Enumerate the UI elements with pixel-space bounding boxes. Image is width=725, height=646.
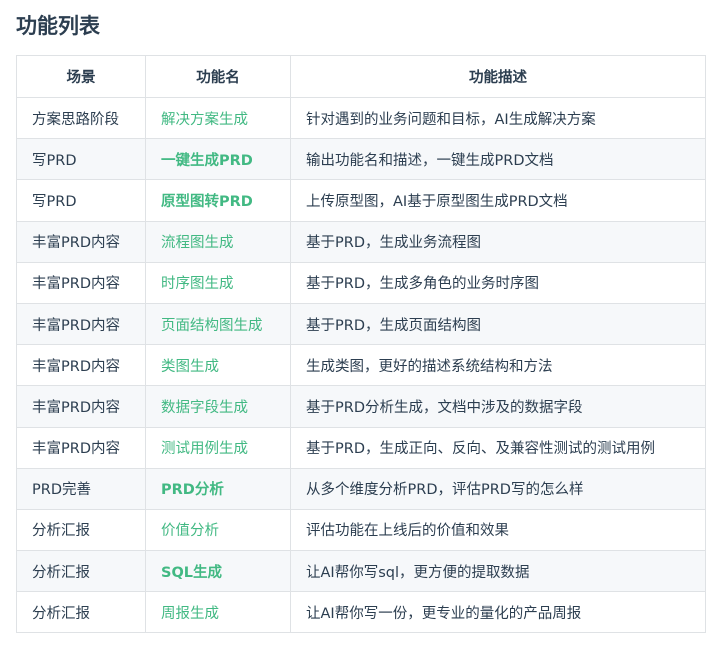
feature-link[interactable]: 流程图生成 [161, 235, 234, 251]
cell-scene: 分析汇报 [16, 591, 146, 634]
cell-feature-name: 页面结构图生成 [145, 302, 291, 346]
cell-feature-name: 数据字段生成 [145, 385, 291, 428]
cell-scene: 丰富PRD内容 [16, 344, 146, 387]
table-row: 写PRD 一键生成PRD 输出功能名和描述，一键生成PRD文档 [16, 138, 706, 181]
cell-feature-name: 周报生成 [145, 591, 291, 634]
cell-feature-description: 针对遇到的业务问题和目标，AI生成解决方案 [290, 96, 706, 140]
feature-link[interactable]: 一键生成PRD [161, 153, 253, 169]
cell-feature-description: 从多个维度分析PRD，评估PRD写的怎么样 [290, 467, 706, 510]
cell-scene: 分析汇报 [16, 550, 146, 593]
cell-feature-description: 基于PRD，生成正向、反向、及兼容性测试的测试用例 [290, 426, 706, 469]
cell-feature-description: 基于PRD，生成多角色的业务时序图 [290, 261, 706, 304]
header-scene: 场景 [16, 55, 146, 98]
cell-scene: 丰富PRD内容 [16, 261, 146, 304]
header-feature-description: 功能描述 [290, 55, 706, 98]
feature-link[interactable]: PRD分析 [161, 482, 224, 498]
cell-feature-description: 输出功能名和描述，一键生成PRD文档 [290, 138, 706, 181]
table-row: PRD完善 PRD分析 从多个维度分析PRD，评估PRD写的怎么样 [16, 467, 706, 510]
cell-feature-description: 基于PRD，生成页面结构图 [290, 302, 706, 346]
feature-link[interactable]: 测试用例生成 [161, 441, 248, 457]
cell-feature-name: 解决方案生成 [145, 96, 291, 140]
feature-link[interactable]: 周报生成 [161, 606, 219, 622]
feature-link[interactable]: SQL生成 [161, 565, 222, 581]
cell-scene: 方案思路阶段 [16, 96, 146, 140]
feature-link[interactable]: 价值分析 [161, 523, 219, 539]
table-row: 分析汇报 价值分析 评估功能在上线后的价值和效果 [16, 508, 706, 552]
cell-scene: 丰富PRD内容 [16, 385, 146, 428]
header-feature-name: 功能名 [145, 55, 291, 98]
cell-scene: 分析汇报 [16, 508, 146, 552]
cell-feature-name: 流程图生成 [145, 220, 291, 263]
feature-link[interactable]: 时序图生成 [161, 276, 234, 292]
page-title: 功能列表 [16, 14, 100, 38]
cell-scene: 丰富PRD内容 [16, 302, 146, 346]
cell-feature-description: 基于PRD，生成业务流程图 [290, 220, 706, 263]
table-row: 方案思路阶段 解决方案生成 针对遇到的业务问题和目标，AI生成解决方案 [16, 96, 706, 140]
cell-feature-name: 原型图转PRD [145, 179, 291, 222]
cell-feature-description: 评估功能在上线后的价值和效果 [290, 508, 706, 552]
table-body: 方案思路阶段 解决方案生成 针对遇到的业务问题和目标，AI生成解决方案写PRD 一键生… [16, 96, 706, 634]
feature-link[interactable]: 解决方案生成 [161, 112, 248, 128]
cell-feature-name: 价值分析 [145, 508, 291, 552]
feature-link[interactable]: 原型图转PRD [161, 194, 253, 210]
table-row: 分析汇报 周报生成 让AI帮你写一份，更专业的量化的产品周报 [16, 591, 706, 634]
cell-scene: 写PRD [16, 138, 146, 181]
cell-feature-name: SQL生成 [145, 550, 291, 593]
cell-scene: PRD完善 [16, 467, 146, 510]
table-row: 丰富PRD内容 数据字段生成 基于PRD分析生成，文档中涉及的数据字段 [16, 385, 706, 428]
table-row: 分析汇报 SQL生成 让AI帮你写sql，更方便的提取数据 [16, 550, 706, 593]
table-row: 丰富PRD内容 流程图生成 基于PRD，生成业务流程图 [16, 220, 706, 263]
cell-scene: 写PRD [16, 179, 146, 222]
cell-scene: 丰富PRD内容 [16, 220, 146, 263]
feature-link[interactable]: 页面结构图生成 [161, 318, 263, 334]
cell-feature-name: 测试用例生成 [145, 426, 291, 469]
cell-feature-name: 类图生成 [145, 344, 291, 387]
feature-link[interactable]: 数据字段生成 [161, 400, 248, 416]
cell-feature-description: 基于PRD分析生成，文档中涉及的数据字段 [290, 385, 706, 428]
cell-feature-description: 生成类图，更好的描述系统结构和方法 [290, 344, 706, 387]
cell-feature-description: 让AI帮你写sql，更方便的提取数据 [290, 550, 706, 593]
cell-feature-name: 时序图生成 [145, 261, 291, 304]
page: 功能列表 场景 功能名 功能描述 方案思路阶段 解决方案生成 针对遇到的业务问题和目… [0, 0, 725, 646]
table-row: 丰富PRD内容 测试用例生成 基于PRD，生成正向、反向、及兼容性测试的测试用例 [16, 426, 706, 469]
table-row: 丰富PRD内容 时序图生成 基于PRD，生成多角色的业务时序图 [16, 261, 706, 304]
table-row: 丰富PRD内容 页面结构图生成 基于PRD，生成页面结构图 [16, 302, 706, 346]
feature-table: 场景 功能名 功能描述 方案思路阶段 解决方案生成 针对遇到的业务问题和目标，AI生… [16, 55, 706, 634]
table-row: 丰富PRD内容 类图生成 生成类图，更好的描述系统结构和方法 [16, 344, 706, 387]
feature-link[interactable]: 类图生成 [161, 359, 219, 375]
table-header-row: 场景 功能名 功能描述 [16, 55, 706, 98]
cell-feature-name: 一键生成PRD [145, 138, 291, 181]
cell-feature-description: 上传原型图，AI基于原型图生成PRD文档 [290, 179, 706, 222]
cell-feature-description: 让AI帮你写一份，更专业的量化的产品周报 [290, 591, 706, 634]
table-row: 写PRD 原型图转PRD 上传原型图，AI基于原型图生成PRD文档 [16, 179, 706, 222]
cell-feature-name: PRD分析 [145, 467, 291, 510]
cell-scene: 丰富PRD内容 [16, 426, 146, 469]
